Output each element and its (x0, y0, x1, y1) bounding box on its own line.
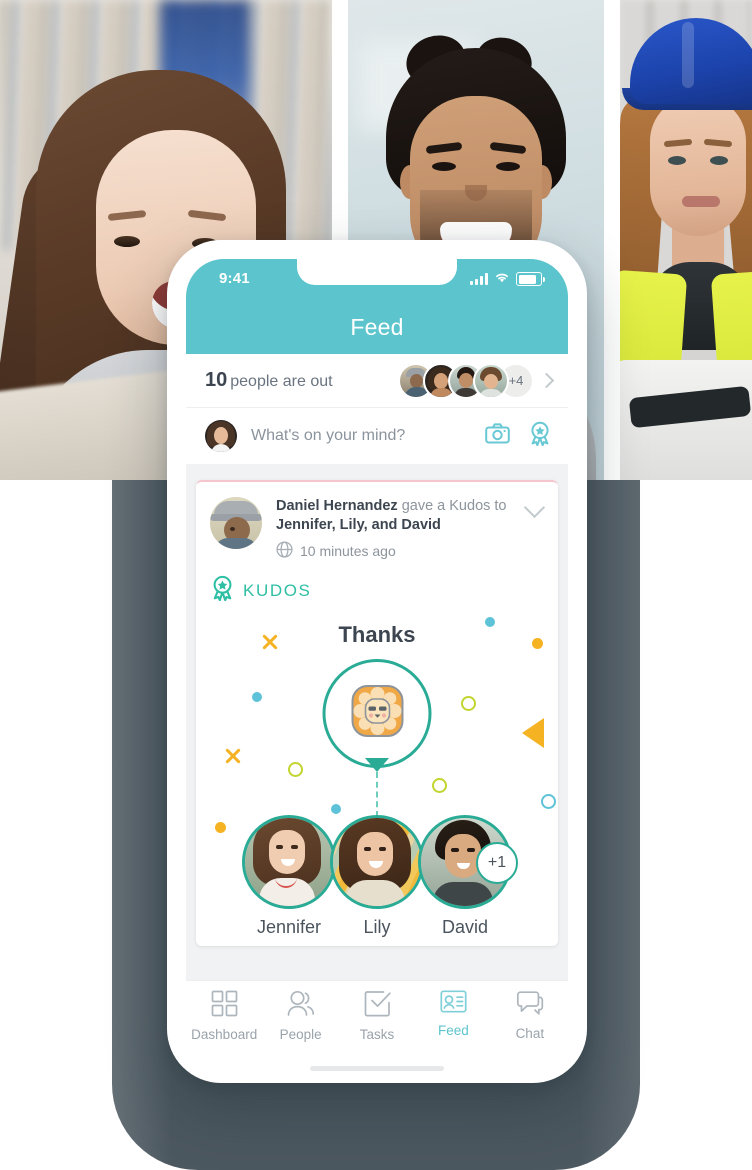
confetti-ring-lime (288, 762, 303, 777)
tab-label: Chat (515, 1026, 545, 1041)
status-bar: 9:41 (186, 259, 568, 301)
tab-tasks[interactable]: Tasks (339, 990, 415, 1042)
kudos-badge-pointer (365, 758, 389, 772)
jennifer-avatar (242, 815, 336, 909)
confetti-triangle-yellow (500, 718, 544, 748)
tab-label: People (279, 1027, 322, 1042)
backdrop-panel-left-highlight (112, 480, 172, 1170)
home-indicator[interactable] (310, 1066, 444, 1071)
grid-icon (211, 990, 238, 1022)
chevron-down-icon[interactable] (523, 496, 546, 519)
recipient-name: David (441, 917, 489, 937)
confetti-dot-blue (331, 804, 341, 814)
post-timestamp-row: 10 minutes ago (276, 541, 521, 561)
kudos-ribbon-icon (210, 575, 235, 606)
tab-label: Feed (438, 1023, 469, 1038)
page-title: Feed (350, 314, 404, 340)
kudos-post-card[interactable]: Daniel Hernandez gave a Kudos to Jennife… (196, 480, 558, 946)
current-user-avatar (205, 420, 237, 452)
people-out-avatar-stack[interactable]: +4 (398, 362, 555, 399)
people-out-label: 10 people are out (205, 369, 333, 392)
phone-mockup: 9:41 Feed 10 people are out +4 What's on… (167, 240, 587, 1083)
tab-label: Dashboard (191, 1027, 258, 1042)
bottom-tab-bar: Dashboard People Tasks Feed Chat (186, 980, 568, 1064)
feed-card-icon (440, 990, 467, 1018)
status-bar-time: 9:41 (219, 270, 250, 287)
confetti-cross (223, 746, 242, 765)
post-author-name: Daniel Hernandez (276, 498, 398, 514)
tab-feed[interactable]: Feed (415, 990, 491, 1038)
kudos-overflow-badge[interactable]: +1 (476, 842, 518, 884)
post-meta: Daniel Hernandez gave a Kudos to Jennife… (276, 497, 521, 561)
chat-bubble-icon (516, 990, 544, 1021)
tab-dashboard[interactable]: Dashboard (186, 990, 262, 1042)
tab-label: Tasks (359, 1027, 395, 1042)
post-timestamp: 10 minutes ago (300, 543, 396, 559)
kudos-title: Thanks (338, 622, 416, 647)
kudos-recipients: Jennifer Lily David +1 (196, 815, 558, 938)
chevron-right-icon[interactable] (538, 372, 555, 389)
people-out-row[interactable]: 10 people are out +4 (186, 354, 568, 408)
confetti-ring-lime (461, 696, 476, 711)
sun-mascot-icon (350, 684, 404, 743)
confetti-ring-lime (432, 778, 447, 793)
avatar (473, 362, 509, 399)
cellular-signal-icon (470, 273, 488, 285)
phone-screen: 9:41 Feed 10 people are out +4 What's on… (186, 259, 568, 1034)
kudos-recipient[interactable]: Jennifer (242, 815, 336, 938)
phone-notch (297, 259, 457, 285)
composer-placeholder[interactable]: What's on your mind? (251, 427, 405, 445)
post-action-text: gave a Kudos to (397, 498, 507, 514)
confetti-dot-blue (252, 692, 262, 702)
post-headline: Daniel Hernandez gave a Kudos to Jennife… (276, 497, 521, 535)
checkbox-icon (364, 990, 391, 1022)
composer-actions (485, 421, 552, 451)
nav-bar: Feed (186, 301, 568, 354)
tab-chat[interactable]: Chat (492, 990, 568, 1041)
battery-icon (516, 272, 545, 286)
photo-gap-2 (604, 0, 620, 480)
post-kudos-label-row: KUDOS (196, 569, 558, 606)
post-recipients-text: Jennifer, Lily, and David (276, 517, 441, 533)
people-out-text: people are out (230, 373, 333, 390)
confetti-dot-yellow (532, 638, 543, 649)
kudos-ribbon-icon[interactable] (528, 421, 552, 451)
post-author-avatar[interactable] (210, 497, 262, 549)
confetti-dot-blue (485, 617, 495, 627)
kudos-label: KUDOS (243, 580, 312, 600)
recipient-name: Jennifer (256, 917, 322, 937)
tab-people[interactable]: People (262, 990, 338, 1042)
post-composer[interactable]: What's on your mind? (186, 408, 568, 472)
feed-list: Daniel Hernandez gave a Kudos to Jennife… (186, 472, 568, 1034)
recipient-name: Lily (363, 917, 391, 937)
confetti-cross (260, 632, 279, 651)
status-bar-indicators (470, 270, 545, 288)
photo-woman-in-hard-hat (620, 0, 752, 480)
confetti-ring-blue (541, 794, 556, 809)
people-icon (286, 990, 315, 1022)
backdrop-panel-right-highlight (580, 480, 640, 1170)
kudos-graphic: Thanks Jennifer Lily David +1 (196, 606, 558, 946)
kudos-recipient[interactable]: David +1 (418, 815, 518, 938)
post-header: Daniel Hernandez gave a Kudos to Jennife… (196, 482, 558, 569)
kudos-mascot-badge (322, 659, 432, 768)
kudos-recipient[interactable]: Lily (330, 815, 424, 938)
lily-avatar (330, 815, 424, 909)
wifi-icon (494, 270, 510, 288)
globe-icon (276, 541, 293, 561)
people-out-count: 10 (205, 369, 228, 391)
camera-icon[interactable] (485, 423, 510, 449)
